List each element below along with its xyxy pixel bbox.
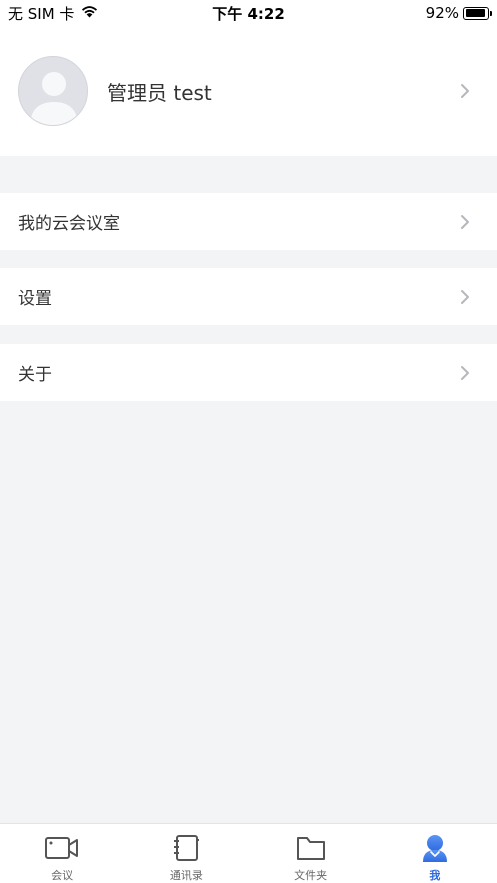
- menu-item-label: 关于: [18, 365, 52, 385]
- tab-folders[interactable]: 文件夹: [249, 824, 373, 883]
- tab-contacts[interactable]: 通讯录: [124, 824, 248, 883]
- carrier-label: 无 SIM 卡: [8, 4, 75, 23]
- tab-label: 文件夹: [294, 869, 328, 882]
- menu-item-label: 我的云会议室: [18, 214, 120, 234]
- status-time: 下午 4:22: [212, 4, 285, 23]
- tab-label: 会议: [51, 869, 74, 882]
- profile-name: 管理员 test: [107, 80, 212, 105]
- me-screen: 无 SIM 卡 下午 4:22 92% 管理员 test 我的云会议室 设置 关…: [0, 0, 497, 883]
- chevron-right-icon: [445, 83, 485, 99]
- menu-item-my-cloud-meeting-room[interactable]: 我的云会议室: [0, 193, 497, 250]
- wifi-icon: [80, 4, 99, 22]
- battery-icon: [463, 6, 492, 20]
- profile-row[interactable]: 管理员 test: [0, 26, 497, 156]
- status-bar: 无 SIM 卡 下午 4:22 92%: [0, 0, 497, 26]
- battery-percent: 92%: [425, 4, 459, 22]
- chevron-right-icon: [445, 289, 485, 305]
- tab-label: 我: [429, 869, 441, 882]
- tab-meetings[interactable]: 会议: [0, 824, 124, 883]
- status-right: 92%: [329, 4, 492, 22]
- tab-label: 通讯录: [169, 869, 203, 882]
- status-left: 无 SIM 卡: [8, 3, 168, 24]
- chevron-right-icon: [445, 214, 485, 230]
- menu-item-settings[interactable]: 设置: [0, 268, 497, 325]
- person-icon: [420, 833, 450, 863]
- tab-me[interactable]: 我: [373, 824, 497, 883]
- user-avatar-icon: [18, 56, 88, 126]
- menu-item-about[interactable]: 关于: [0, 344, 497, 401]
- menu-item-label: 设置: [18, 289, 52, 309]
- folder-icon: [295, 833, 327, 863]
- chevron-right-icon: [445, 365, 485, 381]
- video-camera-icon: [44, 833, 80, 863]
- address-book-icon: [171, 833, 201, 863]
- tab-bar: 会议 通讯录 文件夹 我: [0, 823, 497, 883]
